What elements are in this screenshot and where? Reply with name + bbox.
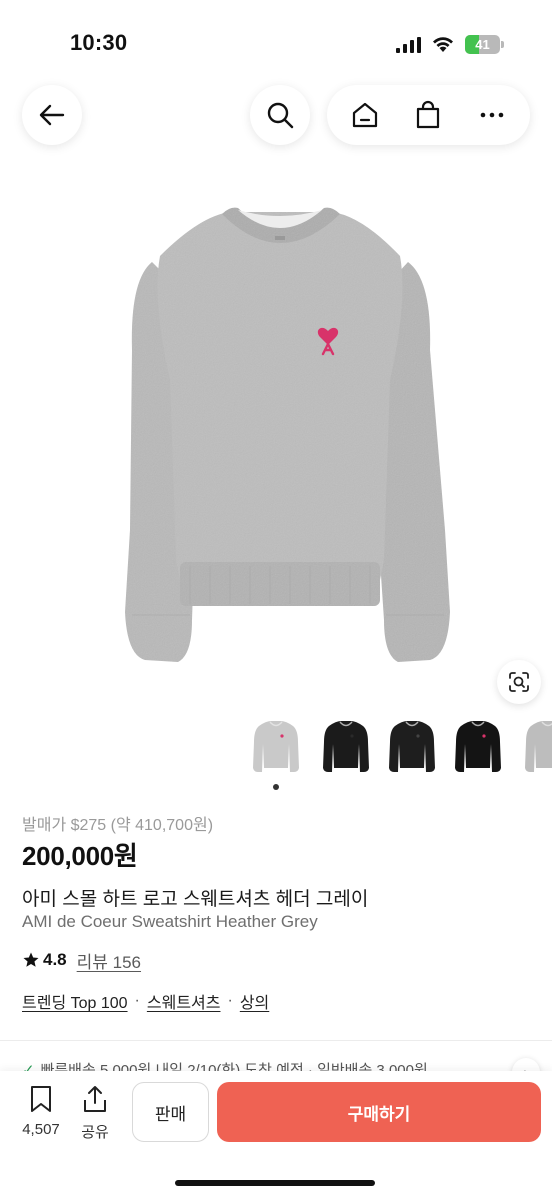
more-button[interactable] (467, 90, 517, 140)
search-icon (267, 102, 294, 129)
back-button[interactable] (22, 85, 82, 145)
category-tags: 트렌딩 Top 100 · 스웨트셔츠 · 상의 (22, 989, 269, 1013)
share-icon (84, 1086, 106, 1112)
battery-level: 41 (475, 37, 490, 52)
tag-trending[interactable]: 트렌딩 Top 100 (22, 989, 128, 1013)
thumbnail-4[interactable] (446, 712, 510, 782)
thumbnail-5[interactable] (516, 712, 552, 782)
thumbnail-3[interactable] (380, 712, 444, 782)
star-icon (23, 952, 39, 967)
product-image[interactable] (100, 200, 460, 670)
reviews-link[interactable]: 리뷰 156 (77, 948, 141, 973)
wifi-icon (433, 37, 453, 52)
thumbnail-1[interactable] (244, 712, 308, 782)
lens-search-icon (509, 672, 529, 692)
rating-score: 4.8 (43, 950, 67, 969)
shopping-bag-button[interactable] (403, 90, 453, 140)
visual-search-button[interactable] (497, 660, 541, 704)
home-button[interactable] (340, 90, 390, 140)
tag-sweatshirt[interactable]: 스웨트셔츠 (147, 989, 221, 1013)
current-price: 200,000원 (22, 841, 138, 871)
tag-separator: · (227, 992, 233, 1009)
search-button[interactable] (250, 85, 310, 145)
bookmark-count: 4,507 (22, 1121, 60, 1138)
product-name-korean: 아미 스몰 하트 로고 스웨트셔츠 헤더 그레이 (22, 889, 369, 910)
shopping-bag-icon (417, 100, 440, 129)
more-horizontal-icon (480, 112, 504, 118)
share-label: 공유 (81, 1124, 109, 1141)
nav-action-group (327, 85, 530, 145)
thumbnail-active-indicator (273, 784, 279, 790)
buy-button[interactable]: 구매하기 (217, 1082, 541, 1142)
battery-indicator: 41 (465, 35, 505, 54)
bookmark-button[interactable]: 4,507 (18, 1084, 64, 1138)
thumbnail-2[interactable] (314, 712, 378, 782)
home-icon (352, 102, 377, 128)
section-divider (0, 1040, 552, 1041)
bookmark-icon (31, 1086, 51, 1112)
arrow-left-icon (39, 104, 65, 126)
tag-top[interactable]: 상의 (240, 989, 269, 1013)
share-button[interactable]: 공유 (72, 1084, 118, 1142)
home-indicator (175, 1180, 375, 1186)
product-name-english: AMI de Coeur Sweatshirt Heather Grey (22, 912, 318, 931)
status-time: 10:30 (70, 30, 128, 55)
cellular-signal-icon (396, 37, 421, 53)
rating-row: 4.8 리뷰 156 (22, 948, 141, 972)
status-bar: 10:30 41 (0, 0, 552, 80)
retail-price: 발매가 $275 (약 410,700원) (22, 817, 214, 834)
tag-separator: · (134, 992, 140, 1009)
thumbnail-strip (244, 712, 552, 792)
sell-button[interactable]: 판매 (132, 1082, 209, 1142)
